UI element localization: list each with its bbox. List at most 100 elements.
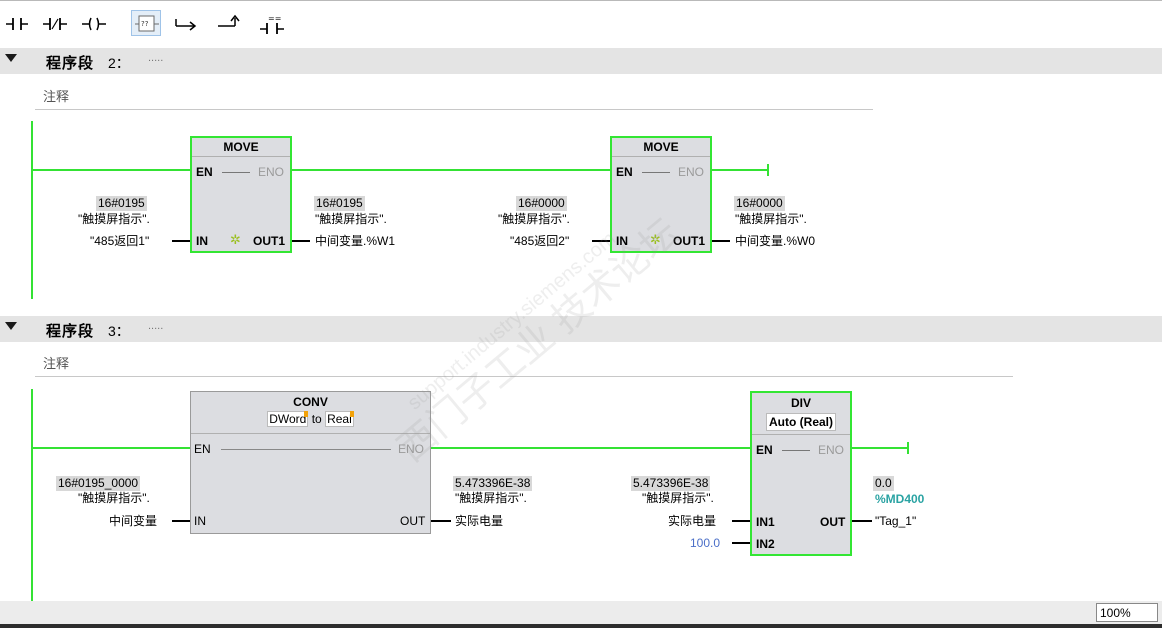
out-tag[interactable]: "Tag_1" bbox=[875, 514, 916, 528]
out-value: 16#0195 bbox=[314, 196, 365, 211]
sparkle-icon: ✲ bbox=[230, 232, 241, 247]
bottom-border bbox=[0, 624, 1162, 628]
network-number: 3： bbox=[108, 323, 130, 339]
out-wire bbox=[292, 240, 310, 242]
rung-wire bbox=[292, 169, 610, 171]
in1-wire bbox=[732, 520, 750, 522]
pin-in[interactable]: IN bbox=[194, 514, 206, 528]
network-title: 程序段 bbox=[46, 54, 95, 72]
rung-end-marker bbox=[767, 164, 769, 176]
out-value: 5.473396E-38 bbox=[453, 476, 533, 491]
conv-block[interactable]: CONV DWord to Real EN ENO IN OUT bbox=[190, 391, 431, 534]
out-wire bbox=[852, 520, 872, 522]
collapse-triangle-icon[interactable] bbox=[5, 54, 17, 62]
open-branch-button[interactable] bbox=[171, 10, 201, 36]
conv-to-word: to bbox=[311, 412, 322, 426]
out-tag-line2[interactable]: 中间变量.%W0 bbox=[735, 234, 815, 248]
rung-wire bbox=[852, 447, 908, 449]
out-tag-line2[interactable]: 中间变量.%W1 bbox=[315, 234, 395, 248]
nc-contact-button[interactable] bbox=[40, 10, 70, 36]
coil-button[interactable] bbox=[79, 10, 109, 36]
block-name: MOVE bbox=[223, 140, 259, 154]
block-name: CONV bbox=[293, 395, 328, 409]
rung-wire bbox=[431, 447, 751, 449]
zoom-field[interactable]: 100% bbox=[1096, 603, 1158, 622]
pin-en[interactable]: EN bbox=[196, 165, 213, 179]
empty-box-icon: ?? bbox=[135, 15, 159, 32]
network-2-comment[interactable]: 注释 bbox=[35, 81, 873, 110]
conv-from-type[interactable]: DWord bbox=[267, 411, 309, 427]
move-block-1[interactable]: MOVE EN ENO IN ✲ OUT1 bbox=[190, 136, 292, 253]
in-wire bbox=[172, 240, 190, 242]
comment-label: 注释 bbox=[43, 356, 70, 371]
in-tag-line2[interactable]: 中间变量 bbox=[109, 514, 157, 528]
div-type-selector[interactable]: Auto (Real) bbox=[766, 413, 836, 431]
rung-end-marker bbox=[907, 442, 909, 454]
power-rail-left bbox=[31, 389, 33, 601]
close-branch-icon bbox=[218, 14, 240, 27]
out-tag-line2[interactable]: 实际电量 bbox=[455, 514, 503, 528]
in-tag-line2[interactable]: "485返回1" bbox=[90, 234, 149, 248]
in1-value: 5.473396E-38 bbox=[631, 476, 711, 491]
ladder-toolbar: ?? == bbox=[0, 0, 1162, 44]
rung-wire bbox=[33, 447, 190, 449]
empty-box-glyph: ?? bbox=[141, 20, 149, 28]
in-value: 16#0195_0000 bbox=[56, 476, 141, 491]
nc-contact-icon bbox=[43, 18, 67, 30]
empty-box-button[interactable]: ?? bbox=[131, 10, 161, 36]
compare-icon: == bbox=[260, 14, 284, 34]
div-block[interactable]: DIV Auto (Real) EN ENO IN1 OUT IN2 bbox=[750, 391, 852, 556]
pin-en[interactable]: EN bbox=[756, 443, 773, 457]
in-tag-line1[interactable]: "触摸屏指示". bbox=[78, 491, 150, 505]
conv-to-type[interactable]: Real bbox=[325, 411, 354, 427]
network-title-placeholder[interactable]: ..... bbox=[148, 320, 163, 332]
pin-eno[interactable]: ENO bbox=[258, 165, 284, 179]
in-value: 16#0000 bbox=[516, 196, 567, 211]
pin-out1[interactable]: OUT1 bbox=[253, 234, 285, 248]
no-contact-icon bbox=[6, 18, 28, 30]
out-tag-line1[interactable]: "触摸屏指示". bbox=[455, 491, 527, 505]
block-name: MOVE bbox=[643, 140, 679, 154]
out-value: 16#0000 bbox=[734, 196, 785, 211]
pin-in1[interactable]: IN1 bbox=[756, 515, 775, 529]
close-branch-button[interactable] bbox=[214, 10, 244, 36]
status-bar bbox=[0, 601, 1162, 624]
rung-wire bbox=[712, 169, 768, 171]
out-wire bbox=[712, 240, 730, 242]
no-contact-button[interactable] bbox=[2, 10, 32, 36]
in2-constant[interactable]: 100.0 bbox=[690, 536, 720, 550]
out-tag-line1[interactable]: "触摸屏指示". bbox=[735, 212, 807, 226]
pin-in[interactable]: IN bbox=[196, 234, 208, 248]
collapse-triangle-icon[interactable] bbox=[5, 322, 17, 330]
in1-tag-line1[interactable]: "触摸屏指示". bbox=[642, 491, 714, 505]
out-address[interactable]: %MD400 bbox=[875, 492, 924, 506]
pin-out[interactable]: OUT bbox=[400, 514, 425, 528]
pin-eno[interactable]: ENO bbox=[678, 165, 704, 179]
in-wire bbox=[172, 520, 190, 522]
in2-wire bbox=[732, 542, 750, 544]
power-rail-left bbox=[31, 121, 33, 299]
coil-icon bbox=[82, 17, 106, 31]
out-tag-line1[interactable]: "触摸屏指示". bbox=[315, 212, 387, 226]
network-number: 2： bbox=[108, 55, 130, 71]
in1-tag-line2[interactable]: 实际电量 bbox=[668, 514, 716, 528]
pin-en[interactable]: EN bbox=[194, 442, 211, 456]
rung-wire bbox=[33, 169, 190, 171]
network-title-placeholder[interactable]: ..... bbox=[148, 52, 163, 64]
network-title: 程序段 bbox=[46, 322, 95, 340]
in-tag-line1[interactable]: "触摸屏指示". bbox=[78, 212, 150, 226]
pin-eno[interactable]: ENO bbox=[818, 443, 844, 457]
pin-out[interactable]: OUT bbox=[820, 515, 845, 529]
out-wire bbox=[431, 520, 451, 522]
in-value: 16#0195 bbox=[96, 196, 147, 211]
compare-button[interactable]: == bbox=[257, 10, 287, 36]
compare-glyph: == bbox=[268, 14, 281, 23]
open-branch-icon bbox=[175, 19, 197, 31]
pin-in2[interactable]: IN2 bbox=[756, 537, 775, 551]
in-tag-line2[interactable]: "485返回2" bbox=[510, 234, 569, 248]
pin-en[interactable]: EN bbox=[616, 165, 633, 179]
in-tag-line1[interactable]: "触摸屏指示". bbox=[498, 212, 570, 226]
comment-label: 注释 bbox=[43, 89, 70, 104]
network-2-header[interactable]: 程序段 2： ..... bbox=[0, 48, 1162, 74]
out-value: 0.0 bbox=[873, 476, 894, 491]
